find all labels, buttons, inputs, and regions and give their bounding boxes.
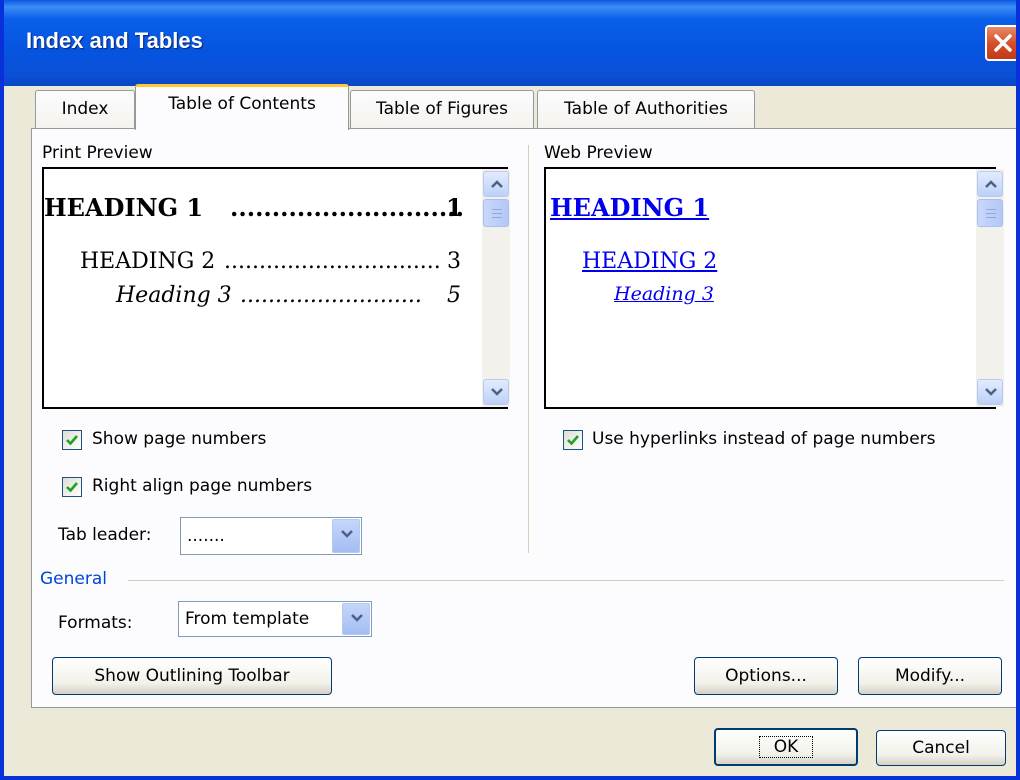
print-preview-box: HEADING 1 ............................ 1… <box>42 167 508 409</box>
tab-leader-value: ....... <box>187 526 225 546</box>
print-heading-1-leader: ............................ <box>230 193 464 222</box>
print-heading-1-page: 1 <box>446 193 463 222</box>
print-heading-3-text: Heading 3 <box>116 283 232 308</box>
formats-label: Formats: <box>58 613 133 633</box>
checkmark-icon <box>567 435 579 446</box>
print-heading-2-text: HEADING 2 <box>80 249 216 274</box>
tab-table-of-figures[interactable]: Table of Figures <box>350 90 534 128</box>
tab-table-of-figures-label: Table of Figures <box>376 99 508 119</box>
print-heading-2-page: 3 <box>447 249 461 274</box>
chevron-up-icon <box>491 180 503 188</box>
tab-leader-dropdown-button[interactable] <box>332 519 360 553</box>
web-scroll-thumb[interactable] <box>977 199 1003 227</box>
print-heading-3-page: 5 <box>447 283 461 308</box>
options-button-label: Options... <box>725 666 807 686</box>
modify-button[interactable]: Modify... <box>858 657 1002 695</box>
show-page-numbers-label: Show page numbers <box>92 429 267 449</box>
web-heading-1-link[interactable]: HEADING 1 <box>550 193 709 222</box>
cancel-button-label: Cancel <box>912 738 970 758</box>
print-preview-scrollbar[interactable] <box>482 169 510 407</box>
web-preview-box: HEADING 1 HEADING 2 Heading 3 <box>544 167 996 409</box>
table-of-contents-panel: Print Preview HEADING 1 ................… <box>31 128 1016 708</box>
tab-index[interactable]: Index <box>35 90 135 128</box>
formats-dropdown[interactable]: From template <box>178 601 372 637</box>
show-page-numbers-checkbox[interactable] <box>62 430 82 450</box>
chevron-down-icon <box>341 530 353 538</box>
print-scroll-thumb[interactable] <box>483 199 509 227</box>
formats-dropdown-button[interactable] <box>342 603 370 635</box>
tab-table-of-contents[interactable]: Table of Contents <box>135 84 349 130</box>
web-preview-scrollbar[interactable] <box>976 169 1004 407</box>
print-heading-2-leader: ............................... <box>224 249 441 274</box>
show-outlining-toolbar-button[interactable]: Show Outlining Toolbar <box>52 657 332 695</box>
tab-table-of-authorities[interactable]: Table of Authorities <box>537 90 755 128</box>
general-separator <box>128 580 1004 581</box>
cancel-button[interactable]: Cancel <box>876 730 1006 766</box>
ok-button-label: OK <box>758 736 814 758</box>
checkmark-icon <box>66 482 78 493</box>
checkmark-icon <box>66 435 78 446</box>
title-bar[interactable]: Index and Tables <box>4 0 1016 86</box>
print-scroll-up-button[interactable] <box>483 171 509 197</box>
tab-index-label: Index <box>61 99 109 119</box>
ok-button[interactable]: OK <box>714 728 858 766</box>
show-outlining-toolbar-label: Show Outlining Toolbar <box>94 666 290 686</box>
print-preview-label: Print Preview <box>42 143 153 163</box>
dialog-title: Index and Tables <box>26 28 203 53</box>
chevron-up-icon <box>985 180 997 188</box>
right-align-page-numbers-label: Right align page numbers <box>92 476 313 496</box>
tab-leader-label: Tab leader: <box>58 525 152 545</box>
use-hyperlinks-checkbox[interactable] <box>563 430 583 450</box>
web-scroll-down-button[interactable] <box>977 379 1003 405</box>
modify-button-label: Modify... <box>894 666 966 686</box>
chevron-down-icon <box>491 388 503 396</box>
tab-table-of-authorities-label: Table of Authorities <box>564 99 728 119</box>
use-hyperlinks-label: Use hyperlinks instead of page numbers <box>592 429 936 449</box>
general-group-label: General <box>40 569 107 589</box>
web-heading-2-link[interactable]: HEADING 2 <box>582 249 717 274</box>
options-button[interactable]: Options... <box>694 657 838 695</box>
web-heading-3-link[interactable]: Heading 3 <box>614 283 714 305</box>
web-preview-label: Web Preview <box>544 143 653 163</box>
close-icon <box>994 34 1012 52</box>
chevron-down-icon <box>985 388 997 396</box>
index-and-tables-dialog: Index and Tables Index Table of Contents… <box>0 0 1020 780</box>
close-button[interactable] <box>985 25 1016 61</box>
print-heading-1: HEADING 1 <box>44 193 203 222</box>
print-heading-1-text: HEADING 1 <box>44 193 204 222</box>
print-scroll-down-button[interactable] <box>483 379 509 405</box>
chevron-down-icon <box>351 614 363 622</box>
preview-separator <box>528 145 529 553</box>
formats-value: From template <box>185 609 310 629</box>
print-heading-3-leader: .......................... <box>240 283 422 308</box>
tab-table-of-contents-label: Table of Contents <box>168 94 316 114</box>
right-align-page-numbers-checkbox[interactable] <box>62 477 82 497</box>
tab-leader-dropdown[interactable]: ....... <box>180 517 362 555</box>
web-scroll-up-button[interactable] <box>977 171 1003 197</box>
